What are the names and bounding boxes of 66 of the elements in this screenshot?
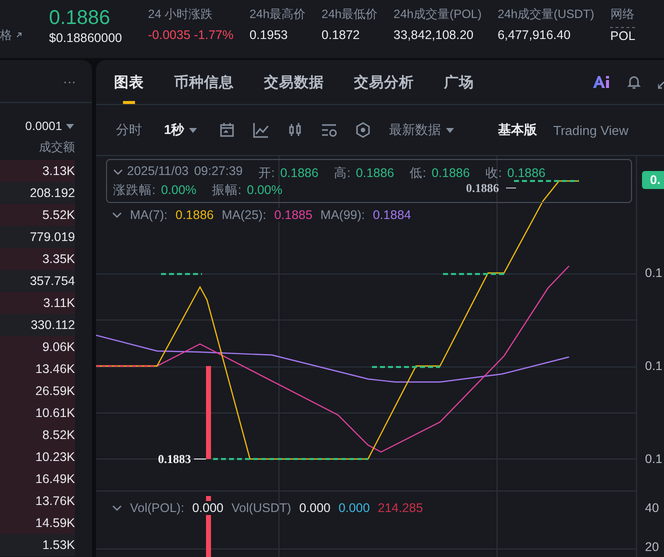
axis-label: 0.1 — [645, 266, 664, 280]
column-header: 成交额 — [38, 139, 76, 155]
order-row: 357.754 — [0, 270, 75, 292]
candle-time: 2025/11/03 09:27:39 — [127, 163, 243, 180]
volume-value: 0.000 — [192, 501, 224, 515]
last-price: 0.1886 — [49, 6, 112, 30]
ma-label: MA(99): — [320, 208, 365, 222]
axis-label: 20 — [645, 540, 660, 554]
stat-label: 24h最低价 — [322, 6, 378, 22]
ma-value: 0.1885 — [274, 208, 312, 222]
ohlc-value: 0.00% — [246, 182, 282, 196]
ohlc-label: 开: — [258, 166, 275, 180]
stat-label: 网络 — [610, 6, 636, 22]
ohlc-value: 0.1886 — [280, 166, 318, 180]
volume-label: Vol(POL): — [130, 501, 184, 515]
view-toggle[interactable]: Trading View — [553, 122, 628, 138]
stat-label: 24h成交量(USDT) — [498, 6, 594, 22]
stat-label: 24h最高价 — [249, 6, 306, 22]
stat-value: POL — [610, 27, 636, 44]
axis-label: 0.1 — [645, 359, 664, 373]
stat-value: 0.1872 — [322, 27, 361, 43]
volume-value: 0.000 — [338, 501, 370, 515]
stat-value: 0.1953 — [249, 27, 289, 43]
time-line-button[interactable]: 分时 — [116, 121, 142, 139]
tab[interactable]: 图表 — [114, 60, 144, 104]
ohlc-label: 收: — [485, 166, 502, 180]
volume-value: 214.285 — [378, 501, 423, 515]
order-row: 1.53K — [0, 534, 75, 556]
order-row: 330.112 — [0, 314, 75, 336]
precision-select[interactable]: 0.0001 — [0, 103, 92, 133]
ohlc-value: 0.1886 — [356, 166, 394, 180]
price-tag: 0. — [642, 171, 664, 189]
data-mode-select[interactable]: 最新数据 — [389, 121, 454, 139]
ma-label: MA(7): — [130, 208, 168, 222]
volume-value: 0.000 — [299, 501, 330, 515]
price-usd: $0.18860000 — [49, 30, 122, 46]
high-price-label: 0.1886 — [466, 181, 499, 196]
interval-select[interactable]: 1秒 — [164, 121, 198, 139]
low-price-label: 0.1883 — [158, 452, 191, 467]
tab[interactable]: 交易分析 — [354, 60, 414, 104]
stat-value: -0.0035 -1.77% — [148, 27, 234, 43]
volume-label: Vol(USDT) — [231, 501, 292, 515]
ohlc-value: 0.00% — [160, 182, 196, 196]
order-row: 779.019 — [0, 226, 75, 248]
stat-value: 33,842,108.20 — [394, 27, 474, 43]
ohlc-label: 涨跌幅: — [113, 182, 156, 196]
stat-value: 6,477,916.40 — [498, 27, 572, 43]
stat-label: 24h成交量(POL) — [394, 6, 482, 22]
ohlc-value: 0.1886 — [507, 166, 546, 180]
ohlc-label: 高: — [334, 166, 350, 180]
ma-value: 0.1884 — [372, 208, 412, 222]
more-icon[interactable]: ··· — [63, 74, 76, 88]
ohlc-label: 低: — [410, 166, 426, 180]
ohlc-value: 0.1886 — [432, 166, 470, 180]
stat-label: 格 — [0, 27, 12, 43]
view-toggle[interactable]: 基本版 — [498, 121, 538, 139]
ohlc-label: 振幅: — [212, 182, 242, 196]
ma-label: MA(25): — [222, 208, 266, 222]
tab[interactable]: 币种信息 — [174, 60, 234, 104]
axis-label: 40 — [645, 501, 660, 515]
stat-label: 24 小时涨跌 — [148, 6, 214, 22]
tab[interactable]: 交易数据 — [264, 60, 324, 104]
tab[interactable]: 广场 — [444, 60, 474, 104]
axis-label: 0.1 — [645, 452, 664, 466]
order-row: 208.192 — [0, 182, 75, 204]
ma-value: 0.1886 — [176, 208, 214, 222]
